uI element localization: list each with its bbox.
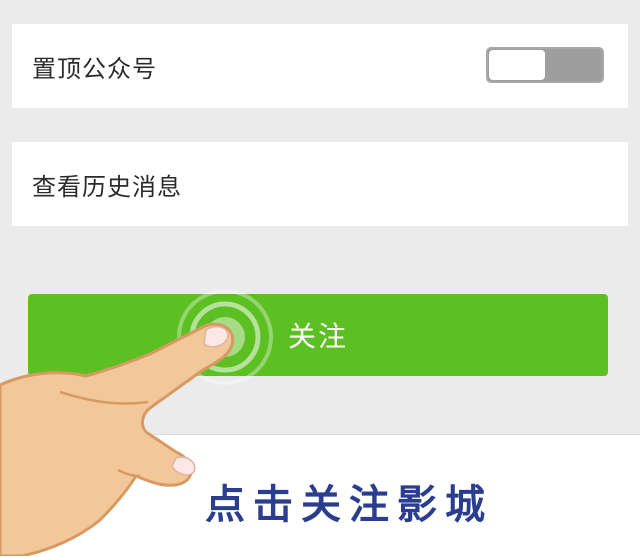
- promo-caption: 点击关注影城: [205, 482, 493, 528]
